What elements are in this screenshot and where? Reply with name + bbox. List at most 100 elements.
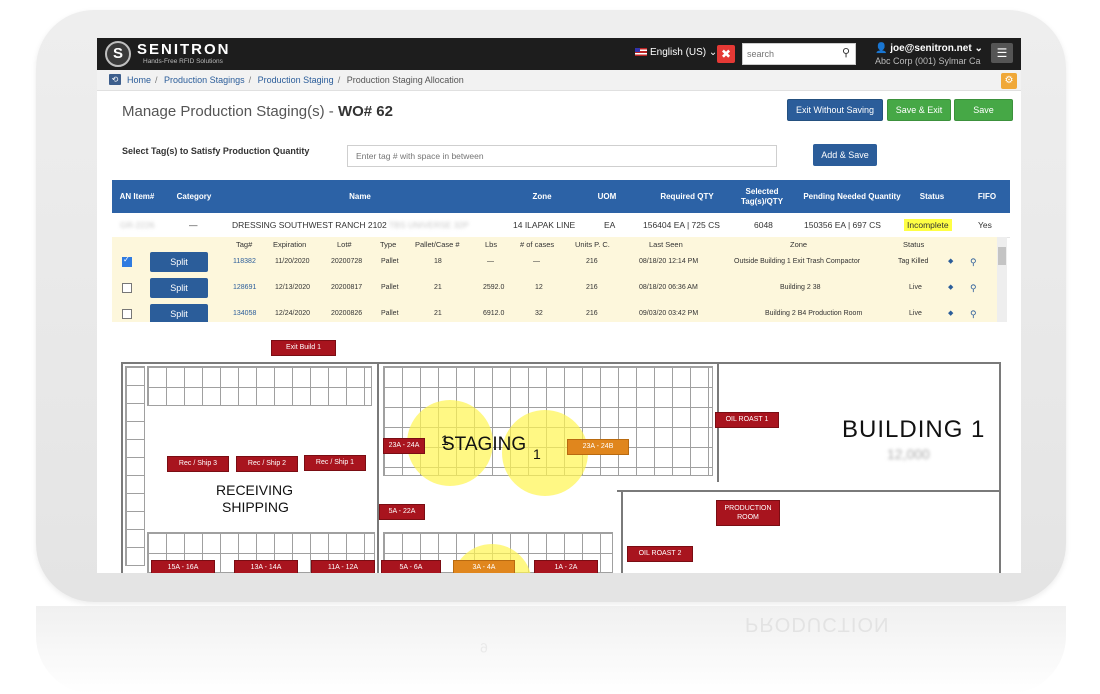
col-uom[interactable]: UOM: [587, 180, 627, 213]
zone-rec-ship-3[interactable]: Rec / Ship 3: [167, 456, 229, 472]
zone-rec-ship-2[interactable]: Rec / Ship 2: [236, 456, 298, 472]
split-button[interactable]: Split: [150, 278, 208, 298]
col-pending[interactable]: Pending Needed Quantity: [797, 180, 907, 213]
breadcrumb-separator: /: [248, 75, 252, 85]
back-icon[interactable]: ⟲: [109, 74, 121, 85]
tag-row[interactable]: Split 128691 12/13/2020 20200817 Pallet …: [112, 275, 997, 301]
map-wall: [121, 362, 1001, 364]
zone-rec-ship-1[interactable]: Rec / Ship 1: [304, 455, 366, 471]
sub-col-pallet: Pallet/Case #: [415, 240, 460, 249]
tag-last-seen: 08/18/20 06:36 AM: [639, 284, 698, 291]
x-grid-icon[interactable]: ✖: [717, 45, 735, 63]
settings-cog-icon[interactable]: ⚙: [1001, 73, 1017, 89]
col-an-item[interactable]: AN Item#: [112, 180, 162, 213]
tag-input[interactable]: [348, 147, 776, 165]
subtable-scrollbar[interactable]: [997, 237, 1007, 322]
sub-col-type: Type: [380, 240, 397, 249]
zone-oil-roast-1[interactable]: OIL ROAST 1: [715, 412, 779, 428]
user-menu[interactable]: 👤 joe@senitron.net ⌄: [875, 43, 983, 54]
zone-oil-roast-2[interactable]: OIL ROAST 2: [627, 546, 693, 562]
scrollbar-thumb[interactable]: [998, 247, 1006, 265]
sub-col-lot: Lot#: [337, 240, 352, 249]
tag-link[interactable]: 128691: [233, 275, 256, 301]
zone-15a-16a[interactable]: 15A - 16A: [151, 560, 215, 573]
zone-5a-6a[interactable]: 5A - 6A: [381, 560, 441, 573]
search-input[interactable]: [743, 45, 835, 63]
tag-checkbox[interactable]: [122, 283, 132, 293]
tag-checkbox[interactable]: [122, 309, 132, 319]
sub-col-lbs: Lbs: [485, 240, 498, 249]
rack-grid: [147, 366, 372, 406]
sub-col-cases: # of cases: [520, 240, 555, 249]
zone-value: 14 ILAPAK LINE: [513, 220, 576, 230]
status-incomplete: Incomplete: [904, 219, 952, 231]
floor-map[interactable]: STAGING 1 1 9 BUILDING 1 12,000 RECEIVIN…: [97, 322, 1021, 573]
breadcrumb-separator: /: [155, 75, 158, 85]
language-selector[interactable]: English (US) ⌄: [635, 47, 717, 58]
hamburger-icon[interactable]: ☰: [991, 43, 1013, 63]
senitron-logo[interactable]: S SENITRON Hands-Free RFID Solutions: [105, 41, 251, 67]
tag-units: 216: [586, 258, 598, 265]
tag-type: Pallet: [381, 284, 399, 291]
exit-without-saving-button[interactable]: Exit Without Saving: [787, 99, 883, 121]
col-zone[interactable]: Zone: [507, 180, 577, 213]
sub-col-last-seen: Last Seen: [649, 240, 683, 249]
tag-checkbox[interactable]: [122, 255, 132, 267]
map-wall: [999, 362, 1001, 573]
map-pin-icon[interactable]: ⚲: [970, 249, 977, 275]
device-reflection: [36, 606, 1066, 694]
zone-production-room[interactable]: PRODUCTION ROOM: [716, 500, 780, 526]
col-selected[interactable]: Selected Tag(s)/QTY: [737, 180, 787, 213]
rack-grid: [125, 366, 145, 566]
map-wall: [377, 362, 379, 573]
zone-3a-4a[interactable]: 3A - 4A: [453, 560, 515, 573]
pending-qty-value: 150356 EA | 697 CS: [804, 220, 881, 230]
sub-col-units: Units P. C.: [575, 240, 610, 249]
magnifier-icon[interactable]: ⚲: [842, 46, 850, 59]
map-pin-icon[interactable]: ⚲: [970, 275, 977, 301]
col-name[interactable]: Name: [230, 180, 490, 213]
zone-exit-build-1[interactable]: Exit Build 1: [271, 340, 336, 356]
split-button[interactable]: Split: [150, 304, 208, 324]
save-exit-button[interactable]: Save & Exit: [887, 99, 951, 121]
receiving-label: RECEIVING: [216, 482, 294, 498]
tag-status: Tag Killed: [898, 258, 929, 265]
save-button[interactable]: Save: [954, 99, 1013, 121]
breadcrumb-production-staging[interactable]: Production Staging: [258, 75, 334, 85]
allocation-row[interactable]: GR-2226 — DRESSING SOUTHWEST RANCH 2102 …: [112, 213, 1010, 238]
tag-lot: 20200817: [331, 284, 363, 291]
tag-input-box: [347, 145, 777, 167]
col-status[interactable]: Status: [907, 180, 957, 213]
user-email: joe@senitron.net ⌄: [890, 43, 983, 54]
split-button[interactable]: Split: [150, 252, 208, 272]
zone-5a-22a[interactable]: 5A - 22A: [379, 504, 425, 520]
zone-23a-24a[interactable]: 23A - 24A: [383, 438, 425, 454]
search-box: ⚲: [742, 43, 856, 65]
map-wall: [617, 490, 1001, 492]
tag-link[interactable]: 118382: [233, 249, 256, 275]
tag-icon[interactable]: ◆: [948, 275, 953, 301]
zone-23a-24b[interactable]: 23A - 24B: [567, 439, 629, 455]
col-category[interactable]: Category: [164, 180, 224, 213]
breadcrumb-home[interactable]: Home: [127, 75, 151, 85]
zone-13a-14a[interactable]: 13A - 14A: [234, 560, 298, 573]
zone-1a-2a[interactable]: 1A - 2A: [534, 560, 598, 573]
senitron-logo-icon: S: [105, 41, 131, 67]
name-text: DRESSING SOUTHWEST RANCH 2102: [232, 220, 387, 230]
an-item-value: GR-2226: [120, 220, 155, 230]
tag-row[interactable]: Split 118382 11/20/2020 20200728 Pallet …: [112, 249, 997, 275]
tag-lot: 20200728: [331, 258, 363, 265]
zone-11a-12a[interactable]: 11A - 12A: [311, 560, 375, 573]
person-icon: 👤: [875, 43, 888, 54]
tag-lbs: —: [487, 258, 494, 265]
tag-last-seen: 08/18/20 12:14 PM: [639, 258, 699, 265]
map-wall: [621, 490, 623, 573]
tag-icon[interactable]: ◆: [948, 249, 953, 275]
sub-col-tag: Tag#: [236, 240, 253, 249]
tag-cases: 12: [535, 284, 543, 291]
add-save-button[interactable]: Add & Save: [813, 144, 877, 166]
breadcrumb-production-stagings[interactable]: Production Stagings: [164, 75, 245, 85]
col-required-qty[interactable]: Required QTY: [637, 180, 737, 213]
tag-expiration: 11/20/2020: [275, 258, 310, 265]
col-fifo[interactable]: FIFO: [967, 180, 1007, 213]
